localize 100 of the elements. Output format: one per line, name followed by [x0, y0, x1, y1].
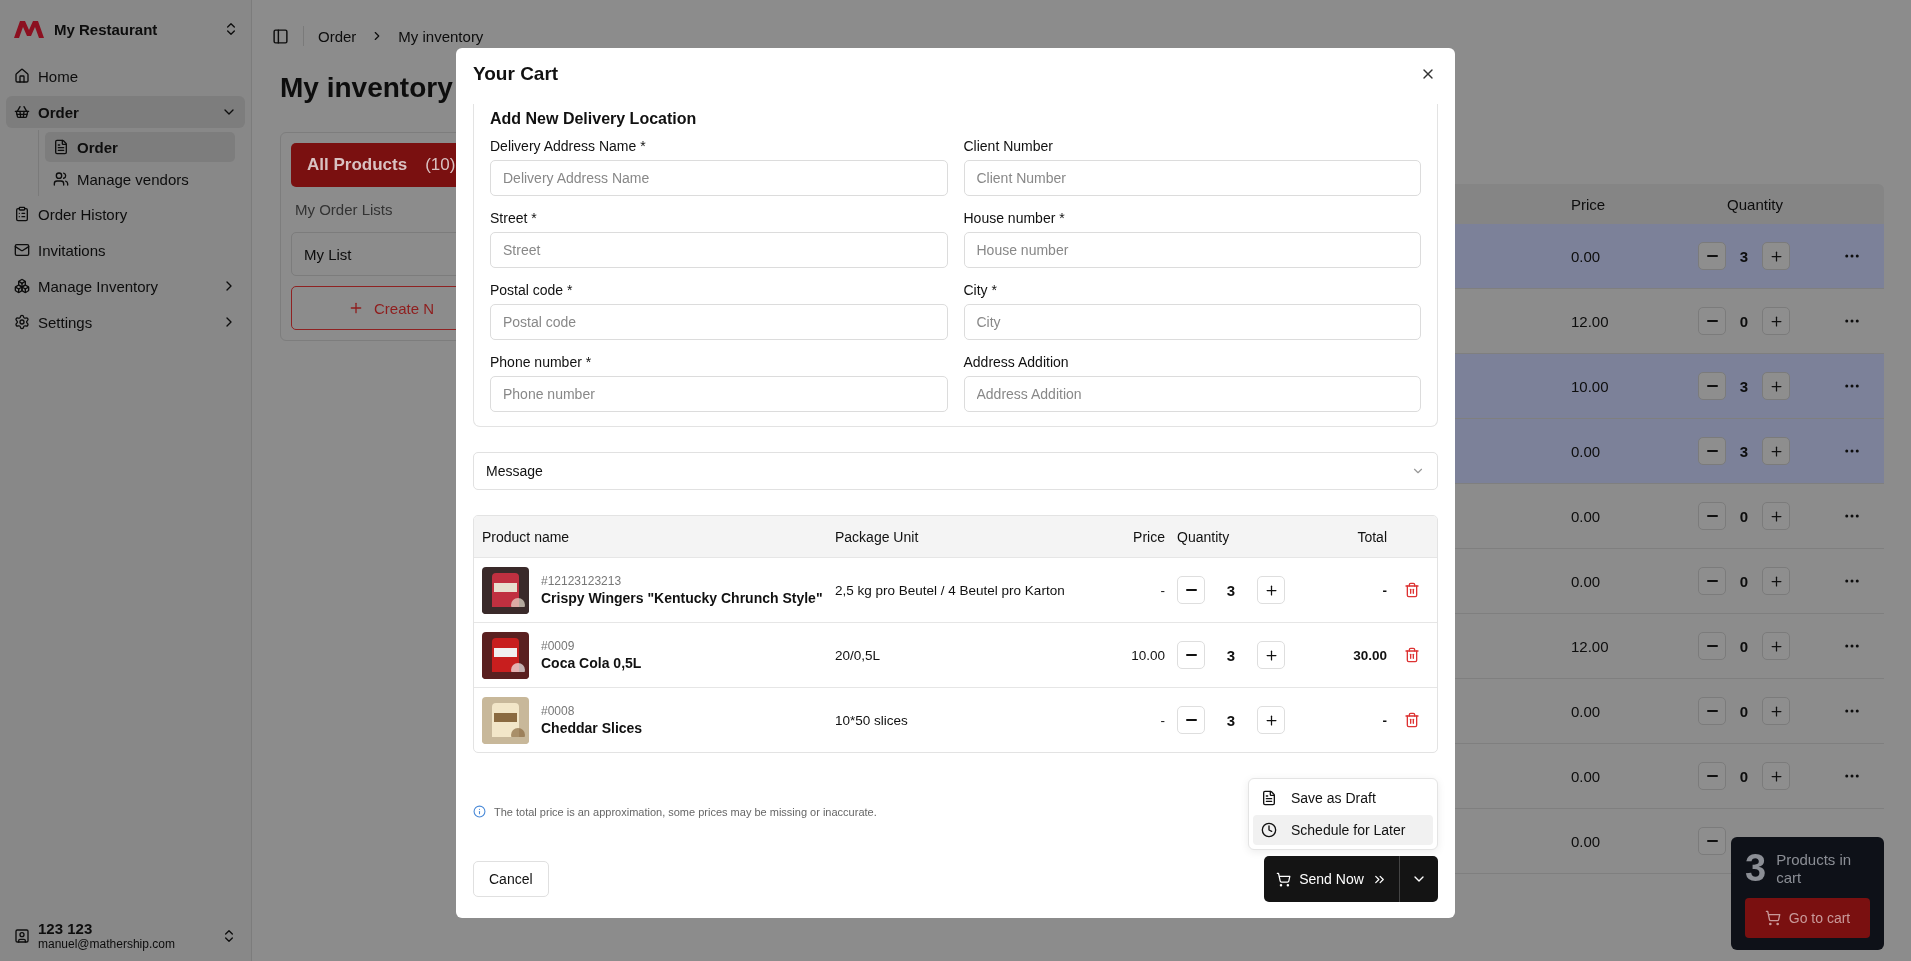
input-field[interactable]: Phone number	[490, 376, 948, 412]
increase-button[interactable]	[1762, 242, 1790, 270]
quantity-value: 3	[1225, 711, 1237, 729]
nav-item[interactable]: Invitations	[6, 234, 245, 266]
input-field[interactable]: Street	[490, 232, 948, 268]
user-email: manuel@mathership.com	[38, 937, 176, 951]
document-icon	[1261, 790, 1277, 806]
sidebar-toggle-icon[interactable]	[272, 27, 289, 45]
price-cell-text: 0.00	[1570, 702, 1602, 720]
delete-icon[interactable]	[1404, 582, 1420, 598]
column-header: Price	[1132, 528, 1165, 545]
increase-button[interactable]	[1762, 632, 1790, 660]
nav-item[interactable]: Manage Inventory	[6, 270, 245, 302]
price-cell-text: 12.00	[1570, 312, 1610, 330]
package-unit: 10*50 slices	[835, 712, 909, 728]
message-accordion[interactable]: Message	[473, 452, 1438, 490]
decrease-button[interactable]	[1698, 307, 1726, 335]
input-field[interactable]: Delivery Address Name	[490, 160, 948, 196]
field-label: Street *	[490, 210, 538, 226]
nav-subitem[interactable]: Manage vendors	[45, 164, 235, 194]
price-cell-text: 0.00	[1570, 832, 1602, 850]
breadcrumb-link[interactable]: My inventory	[398, 27, 484, 45]
decrease-button[interactable]	[1698, 242, 1726, 270]
minus-icon	[1185, 719, 1197, 721]
delete-icon[interactable]	[1404, 712, 1420, 728]
cancel-button[interactable]: Cancel	[473, 861, 549, 897]
column-header: Package Unit	[835, 528, 920, 545]
tab-count: (10)	[425, 155, 456, 175]
increase-button[interactable]	[1762, 762, 1790, 790]
increase-button[interactable]	[1762, 567, 1790, 595]
plus-icon	[1768, 508, 1784, 524]
decrease-button[interactable]	[1698, 502, 1726, 530]
minus-icon	[1706, 710, 1718, 712]
input-field[interactable]: House number	[963, 232, 1421, 268]
send-now-button[interactable]: Send Now	[1264, 856, 1399, 902]
column-header: Quantity	[1176, 528, 1231, 545]
price-note: The total price is an approximation, some prices may be missing or inaccurate.	[494, 805, 877, 818]
quantity-value: 3	[1225, 581, 1237, 599]
send-options-button[interactable]	[1399, 856, 1438, 902]
increase-button[interactable]	[1762, 502, 1790, 530]
minus-icon	[1706, 840, 1718, 842]
quantity-value: 3	[1738, 377, 1750, 395]
plus-icon	[1263, 647, 1279, 663]
quantity-value: 0	[1738, 312, 1750, 330]
increase-button[interactable]	[1762, 697, 1790, 725]
plus-icon	[1768, 638, 1784, 654]
breadcrumb-link[interactable]: Order	[318, 27, 357, 45]
price-cell-text: 12.00	[1570, 637, 1610, 655]
tab-label: All Products	[307, 155, 408, 175]
nav-subitem[interactable]: Order	[45, 132, 235, 162]
cart-count: 3	[1745, 847, 1767, 890]
total-cell-text: -	[1381, 582, 1387, 598]
field-label: City *	[963, 282, 998, 298]
decrease-button[interactable]	[1698, 567, 1726, 595]
total-cell-text: 30.00	[1352, 647, 1387, 663]
product-name: Cheddar Slices	[541, 720, 643, 736]
nav-item[interactable]: Order	[6, 96, 245, 128]
plus-icon	[1768, 703, 1784, 719]
increase-button[interactable]	[1762, 307, 1790, 335]
menu-item[interactable]: Schedule for Later	[1253, 815, 1433, 845]
nav-icon	[14, 104, 30, 120]
decrease-button[interactable]	[1698, 372, 1726, 400]
decrease-button[interactable]	[1698, 697, 1726, 725]
price-cell-text: 0.00	[1570, 572, 1602, 590]
minus-icon	[1706, 775, 1718, 777]
field-label: Client Number	[963, 138, 1054, 154]
minus-icon	[1185, 654, 1197, 656]
product-sku: #0008	[541, 704, 576, 718]
page-title: My inventory	[280, 72, 453, 104]
increase-button[interactable]	[1762, 437, 1790, 465]
plus-icon	[1263, 712, 1279, 728]
nav-item[interactable]: Settings	[6, 306, 245, 338]
decrease-button[interactable]	[1698, 437, 1726, 465]
decrease-button[interactable]	[1698, 827, 1726, 855]
quantity-value: 3	[1225, 646, 1237, 664]
price-cell-text: -	[1159, 582, 1165, 598]
price-cell-text: 10.00	[1570, 377, 1610, 395]
input-field[interactable]: City	[963, 304, 1421, 340]
input-field[interactable]: Address Addition	[963, 376, 1421, 412]
cart-icon	[1276, 871, 1292, 887]
field-label: Delivery Address Name *	[490, 138, 647, 154]
price-cell-text: 0.00	[1570, 767, 1602, 785]
input-field[interactable]: Client Number	[963, 160, 1421, 196]
nav-item[interactable]: Order History	[6, 198, 245, 230]
increase-button[interactable]	[1762, 372, 1790, 400]
minus-icon	[1706, 450, 1718, 452]
menu-item[interactable]: Save as Draft	[1253, 783, 1433, 813]
decrease-button[interactable]	[1698, 762, 1726, 790]
minus-icon	[1706, 645, 1718, 647]
go-to-cart-button[interactable]: Go to cart	[1745, 898, 1870, 938]
cart-label: Products in cart	[1776, 850, 1853, 887]
input-field[interactable]: Postal code	[490, 304, 948, 340]
quantity-value: 0	[1738, 702, 1750, 720]
column-header: Product name	[482, 528, 571, 545]
nav-item[interactable]: Home	[6, 60, 245, 92]
decrease-button[interactable]	[1698, 632, 1726, 660]
quantity-value: 3	[1738, 442, 1750, 460]
delete-icon[interactable]	[1404, 647, 1420, 663]
field-label: Phone number *	[490, 354, 593, 370]
price-cell-text: 0.00	[1570, 507, 1602, 525]
